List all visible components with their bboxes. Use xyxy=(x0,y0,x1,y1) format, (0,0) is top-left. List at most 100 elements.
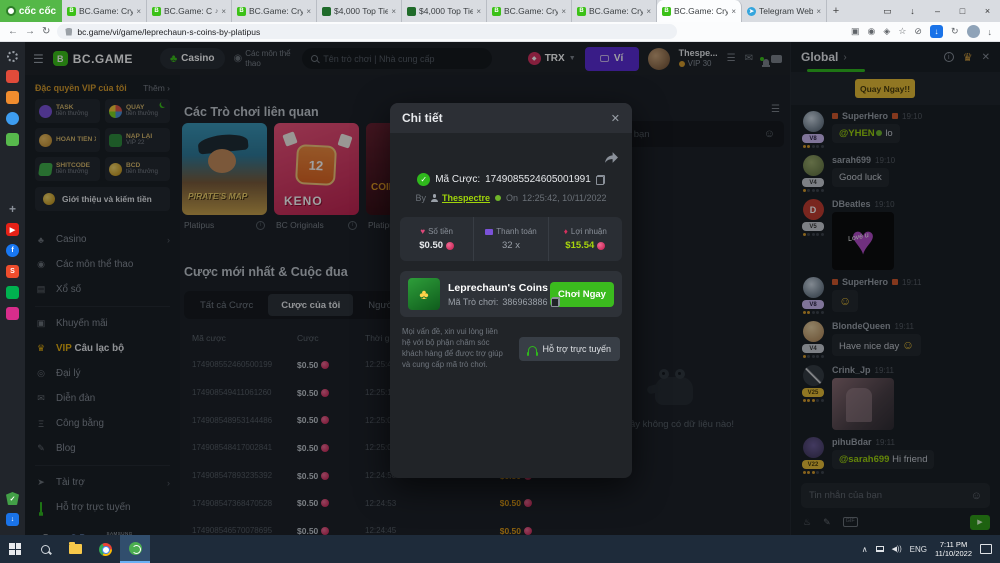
bet-author-link[interactable]: Thespectre xyxy=(442,193,490,203)
bcgame-favicon: B xyxy=(152,7,161,16)
start-button[interactable] xyxy=(0,535,30,563)
tab-close-icon[interactable]: × xyxy=(136,7,141,16)
youtube-icon[interactable]: ▶ xyxy=(6,223,19,236)
back-icon[interactable]: ← xyxy=(8,26,18,37)
language-indicator[interactable]: ENG xyxy=(910,545,927,554)
promo-favicon xyxy=(322,7,331,16)
browser-tab[interactable]: $4,000 Top Tier F× xyxy=(402,0,487,22)
browser-tab[interactable]: BBC.Game: Crypto× xyxy=(232,0,317,22)
chrome-icon[interactable] xyxy=(90,535,120,563)
games-icon[interactable] xyxy=(6,133,19,146)
coccoc-taskbar-icon[interactable] xyxy=(120,535,150,563)
hot-news-icon[interactable] xyxy=(6,70,19,83)
url-text: bc.game/vi/game/leprechaun-s-coins-by-pl… xyxy=(77,27,260,37)
tab-audio-icon[interactable]: ♪ xyxy=(215,8,219,15)
bookmark-star-icon[interactable]: ☆ xyxy=(898,26,906,37)
new-tab-button[interactable]: + xyxy=(827,0,845,22)
taskbar-search-icon[interactable] xyxy=(30,535,60,563)
facebook-icon[interactable]: f xyxy=(6,244,19,257)
game-name: Leprechaun's Coins xyxy=(448,282,542,294)
momo-icon[interactable] xyxy=(6,307,19,320)
messenger-icon[interactable] xyxy=(6,112,19,125)
bet-details-modal: Chi tiết ✕ ✓ Mã Cược: 174908552460500199… xyxy=(390,103,632,478)
profile-icon[interactable] xyxy=(967,25,980,38)
reader-icon[interactable]: ◉ xyxy=(868,26,876,37)
reload-icon[interactable]: ↻ xyxy=(42,26,50,37)
game-thumbnail-leprechaun[interactable]: ♣ xyxy=(408,278,440,310)
copy-icon[interactable] xyxy=(596,175,605,185)
tab-close-icon[interactable]: × xyxy=(391,7,396,16)
bet-datetime: 12:25:42, 10/11/2022 xyxy=(522,193,606,203)
system-tray: ∧ ◀)) ENG 7:11 PM 11/10/2022 xyxy=(862,540,1000,559)
settings-gear-icon[interactable] xyxy=(7,51,18,62)
modal-game-card: ♣ Leprechaun's Coins Mã Trò chơi:3869638… xyxy=(400,271,622,317)
address-bar: ← → ↻ bc.game/vi/game/leprechaun-s-coins… xyxy=(0,22,1000,42)
tray-expand-icon[interactable]: ∧ xyxy=(862,545,868,554)
clock-time: 7:11 PM xyxy=(935,540,972,549)
browser-side-rail: + ▶ f S ✓ ↓ xyxy=(0,42,25,535)
bet-id-value: 1749085524605001991 xyxy=(485,174,591,185)
url-box[interactable]: bc.game/vi/game/leprechaun-s-coins-by-pl… xyxy=(57,24,677,39)
tab-close-icon[interactable]: × xyxy=(306,7,311,16)
browser-tab[interactable]: ➤Telegram Web× xyxy=(742,0,827,22)
downloads-shelf-icon[interactable]: ↓ xyxy=(900,0,925,22)
network-icon[interactable] xyxy=(876,546,884,552)
tab-close-icon[interactable]: × xyxy=(561,7,566,16)
copy-icon[interactable] xyxy=(551,297,560,307)
shopping-icon[interactable] xyxy=(6,91,19,104)
screenshot-icon[interactable]: ▣ xyxy=(851,26,860,37)
close-button[interactable]: × xyxy=(975,0,1000,22)
tab-close-icon[interactable]: × xyxy=(476,7,481,16)
speaker-icon[interactable]: ◀)) xyxy=(892,545,902,553)
modal-footer: Mọi vấn đề, xin vui lòng liên hệ với bộ … xyxy=(402,327,620,371)
support-note: Mọi vấn đề, xin vui lòng liên hệ với bộ … xyxy=(402,327,509,371)
tab-close-icon[interactable]: × xyxy=(221,7,226,16)
live-support-button[interactable]: Hỗ trợ trực tuyến xyxy=(519,337,620,361)
share-icon[interactable]: ◈ xyxy=(883,26,890,37)
bcgame-favicon: B xyxy=(237,7,246,16)
grab-icon[interactable] xyxy=(6,286,19,299)
profit-icon: ♦ xyxy=(564,227,568,236)
coin-icon xyxy=(597,242,605,250)
coin-icon xyxy=(446,242,454,250)
bcgame-favicon: B xyxy=(662,7,671,16)
bcgame-site: ☰ B BC.GAME ♣ Casino ◉ Các môn thể thao … xyxy=(25,42,1000,535)
tab-close-icon[interactable]: × xyxy=(731,7,736,16)
bcgame-favicon: B xyxy=(492,7,501,16)
browser-tab[interactable]: BBC.Game: Crypto× xyxy=(487,0,572,22)
modal-close-icon[interactable]: ✕ xyxy=(611,112,620,125)
browser-tab[interactable]: $4,000 Top Tier F× xyxy=(317,0,402,22)
action-center-icon[interactable] xyxy=(980,544,992,554)
coccoc-menu-button[interactable]: cốc cốc xyxy=(0,0,62,22)
amount-icon: ♥ xyxy=(420,227,425,236)
forward-icon[interactable]: → xyxy=(25,26,35,37)
rail-download-icon[interactable]: ↓ xyxy=(6,513,19,526)
browser-tab[interactable]: BBC.Game: Crypto× xyxy=(572,0,657,22)
add-shortcut-icon[interactable]: + xyxy=(6,202,19,215)
share-arrow-icon[interactable] xyxy=(604,151,618,169)
frog-emoji xyxy=(495,195,501,201)
shopee-icon[interactable]: S xyxy=(6,265,19,278)
browser-tab-active[interactable]: BBC.Game: Crypto× xyxy=(657,0,742,22)
window-controls: ▭ ↓ – □ × xyxy=(875,0,1000,22)
stat-payout: Thanh toán 32 x xyxy=(473,217,547,261)
sync-icon[interactable]: ↻ xyxy=(951,26,959,37)
browser-tab[interactable]: BBC.Game: Crypto× xyxy=(62,0,147,22)
maximize-button[interactable]: □ xyxy=(950,0,975,22)
windows-taskbar: ∧ ◀)) ENG 7:11 PM 11/10/2022 xyxy=(0,535,1000,563)
tab-search-icon[interactable]: ▭ xyxy=(875,0,900,22)
file-explorer-icon[interactable] xyxy=(60,535,90,563)
download-icon[interactable]: ↓ xyxy=(930,25,943,38)
tab-close-icon[interactable]: × xyxy=(816,7,821,16)
browser-tab-strip: cốc cốc BBC.Game: Crypto× BBC.Game: Cry♪… xyxy=(0,0,1000,22)
adblock-icon[interactable]: ⊘ xyxy=(914,26,922,37)
minimize-button[interactable]: – xyxy=(925,0,950,22)
browser-tab[interactable]: BBC.Game: Cry♪× xyxy=(147,0,232,22)
site-security-icon[interactable] xyxy=(65,28,72,36)
taskbar-clock[interactable]: 7:11 PM 11/10/2022 xyxy=(935,540,972,559)
bcgame-favicon: B xyxy=(67,7,76,16)
downloads-icon[interactable]: ↓ xyxy=(988,27,993,37)
antivirus-shield-icon[interactable]: ✓ xyxy=(6,492,19,505)
coccoc-brand-label: cốc cốc xyxy=(19,6,56,17)
tab-close-icon[interactable]: × xyxy=(646,7,651,16)
